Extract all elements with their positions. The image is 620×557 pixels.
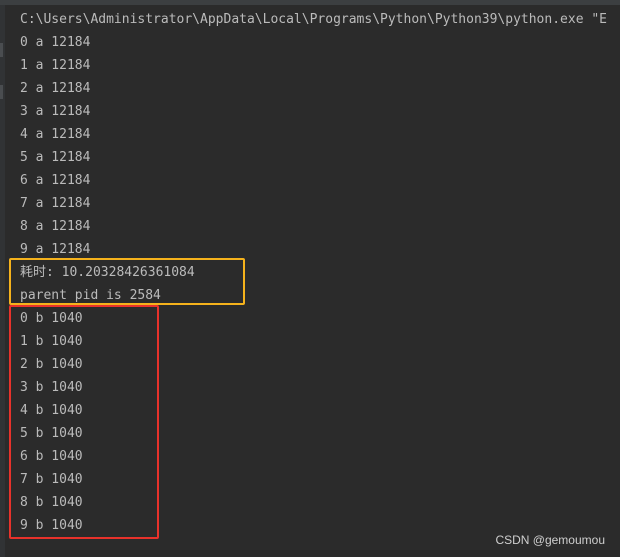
gutter-marker	[0, 85, 3, 99]
window-top-edge	[0, 0, 620, 5]
highlight-box-process-b	[9, 305, 159, 539]
console-panel: C:\Users\Administrator\AppData\Local\Pro…	[0, 0, 620, 557]
output-line: 0 a 12184	[20, 35, 91, 50]
output-line: 8 a 12184	[20, 219, 91, 234]
command-line: C:\Users\Administrator\AppData\Local\Pro…	[20, 12, 607, 27]
output-line: 5 a 12184	[20, 150, 91, 165]
output-line: 6 a 12184	[20, 173, 91, 188]
console-gutter	[0, 5, 5, 557]
output-line: 1 a 12184	[20, 58, 91, 73]
output-line: 3 a 12184	[20, 104, 91, 119]
output-line: 7 a 12184	[20, 196, 91, 211]
highlight-box-timing	[9, 258, 245, 305]
watermark: CSDN @gemoumou	[495, 533, 605, 547]
output-line: 2 a 12184	[20, 81, 91, 96]
output-line: 4 a 12184	[20, 127, 91, 142]
gutter-marker	[0, 43, 3, 57]
